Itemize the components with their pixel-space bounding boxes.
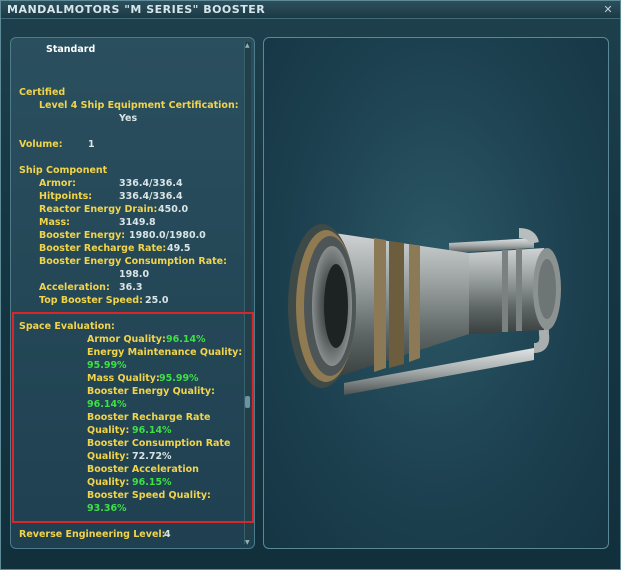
speed-quality-value: 93.36% xyxy=(87,503,127,514)
window-title: MANDALMOTORS "M SERIES" BOOSTER xyxy=(7,3,266,16)
stat-label: Top Booster Speed: xyxy=(39,295,143,306)
acceleration-quality-value: 96.15% xyxy=(132,477,172,488)
consumption-quality-label: Booster Consumption Rate xyxy=(87,438,231,449)
booster-energy-quality-label: Booster Energy Quality: xyxy=(87,386,215,397)
stat-label: Mass: xyxy=(39,217,70,228)
reverse-engineering-value: 4 xyxy=(164,529,171,540)
mass-quality-label: Mass Quality: xyxy=(87,373,160,384)
booster-energy-quality-value: 96.14% xyxy=(87,399,127,410)
armor-quality-value: 96.14% xyxy=(166,334,206,345)
energy-maintenance-quality-value: 95.99% xyxy=(87,360,127,371)
consumption-quality-value: 72.72% xyxy=(132,451,172,462)
stat-value: 1980.0/1980.0 xyxy=(129,230,206,241)
scroll-up-icon[interactable]: ▲ xyxy=(245,42,251,49)
mass-quality-value: 95.99% xyxy=(159,373,199,384)
stat-label: Hitpoints: xyxy=(39,191,93,202)
stat-label: Armor: xyxy=(39,178,76,189)
volume-value: 1 xyxy=(88,139,95,150)
speed-quality-label: Booster Speed Quality: xyxy=(87,490,211,501)
stat-label: Booster Recharge Rate: xyxy=(39,243,167,254)
recharge-quality-label-cont: Quality: xyxy=(87,425,130,436)
acceleration-quality-label-cont: Quality: xyxy=(87,477,130,488)
stat-value: 36.3 xyxy=(119,282,143,293)
item-examine-window: MANDALMOTORS "M SERIES" BOOSTER ✕ ▲ ▼ St… xyxy=(0,0,621,570)
stat-label: Acceleration: xyxy=(39,282,110,293)
recharge-quality-value: 96.14% xyxy=(132,425,172,436)
item-preview-panel[interactable] xyxy=(263,37,609,549)
consumption-quality-label-cont: Quality: xyxy=(87,451,130,462)
stat-value: 336.4/336.4 xyxy=(119,191,183,202)
volume-label: Volume: xyxy=(19,139,63,150)
ship-component-heading: Ship Component xyxy=(19,165,108,176)
title-bar[interactable]: MANDALMOTORS "M SERIES" BOOSTER ✕ xyxy=(1,1,620,19)
stat-label: Booster Energy Consumption Rate: xyxy=(39,256,227,267)
stat-value: 49.5 xyxy=(167,243,191,254)
stat-value: 3149.8 xyxy=(119,217,156,228)
space-evaluation-heading: Space Evaluation: xyxy=(19,321,115,332)
item-type: Standard xyxy=(46,44,96,55)
booster-model-image xyxy=(288,224,561,395)
stat-value: 336.4/336.4 xyxy=(119,178,183,189)
stat-label: Reactor Energy Drain: xyxy=(39,204,158,215)
reverse-engineering-label: Reverse Engineering Level: xyxy=(19,529,166,540)
acceleration-quality-label: Booster Acceleration xyxy=(87,464,199,475)
energy-maintenance-quality-label: Energy Maintenance Quality: xyxy=(87,347,243,358)
certification-value: Yes xyxy=(119,113,138,124)
recharge-quality-label: Booster Recharge Rate xyxy=(87,412,211,423)
certification-label: Level 4 Ship Equipment Certification: xyxy=(39,100,239,111)
armor-quality-label: Armor Quality: xyxy=(87,334,166,345)
stat-label: Booster Energy: xyxy=(39,230,126,241)
stat-value: 25.0 xyxy=(145,295,169,306)
stat-value: 198.0 xyxy=(119,269,150,280)
certified-heading: Certified xyxy=(19,87,66,98)
scroll-down-icon[interactable]: ▼ xyxy=(245,539,251,546)
stat-value: 450.0 xyxy=(158,204,189,215)
close-icon[interactable]: ✕ xyxy=(602,4,614,16)
